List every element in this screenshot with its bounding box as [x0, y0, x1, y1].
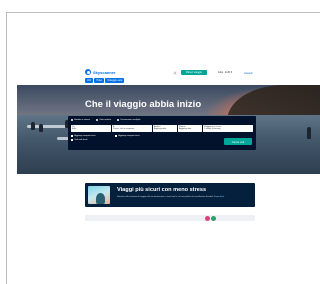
nearby-airports-checkbox[interactable]: Aggiungi aeroporti vicini	[71, 135, 96, 138]
to-field[interactable]: A Paese, città o aeroporto	[112, 125, 152, 132]
hero-title: Che il viaggio abbia inizio	[85, 99, 202, 110]
travellers-field[interactable]: Viaggiatori e classe 1 adulto, Economy	[203, 125, 253, 132]
checkbox-icon	[71, 138, 74, 142]
checkbox-icon	[115, 135, 118, 138]
search-fields: Da Italia A Paese, città o aeroporto Andat…	[71, 125, 253, 132]
option-label: Aggiungi aeroporti vicini	[118, 135, 140, 138]
radio-icon	[95, 119, 99, 122]
hero-person	[31, 122, 35, 130]
tab-hotels[interactable]: Hotel	[94, 78, 104, 83]
promo-person	[96, 193, 105, 204]
promo-image	[88, 186, 110, 204]
promo-text: Informati sulle restrizioni di viaggio n…	[117, 196, 251, 199]
decorative-shape	[211, 216, 216, 221]
next-section-strip	[85, 215, 255, 221]
logo-icon	[85, 69, 91, 75]
promo-link[interactable]: Scopri di più	[214, 196, 224, 198]
field-value: Aggiungi data	[154, 127, 167, 130]
tab-flights[interactable]: Voli	[85, 78, 93, 83]
hero-person	[307, 127, 311, 139]
depart-date-field[interactable]: Andata Aggiungi data	[153, 125, 177, 132]
option-label: Solo voli diretti	[74, 139, 88, 142]
trip-type-label: Solo andata	[99, 119, 112, 122]
hero-person	[39, 124, 43, 132]
field-value: Aggiungi data	[179, 127, 192, 130]
field-value: 1 adulto, Economy	[204, 127, 221, 130]
return-date-field[interactable]: Ritorno Aggiungi data	[178, 125, 202, 132]
logo[interactable]: Skyscanner	[85, 69, 115, 75]
promo-title: Viaggi più sicuri con meno stress	[117, 187, 207, 193]
tab-car-hire[interactable]: Noleggio auto	[105, 78, 125, 83]
trip-type-return[interactable]: Andata e ritorno	[71, 119, 90, 122]
search-flights-button[interactable]: Cerca voli	[224, 138, 252, 145]
trip-type-label: Andata e ritorno	[74, 119, 90, 122]
radio-icon	[71, 119, 74, 122]
decorative-shape	[205, 216, 210, 221]
promo-banner: Viaggi più sicuri con meno stress Inform…	[85, 183, 255, 207]
field-value: Italia	[72, 127, 77, 130]
window-frame-top	[6, 12, 320, 13]
header-cta-button[interactable]: Ricevi viaggio	[181, 70, 207, 75]
nearby-airports-to-checkbox[interactable]: Aggiungi aeroporti vicini	[115, 135, 140, 138]
field-value: Paese, città o aeroporto	[113, 127, 135, 130]
trip-type-label: Destinazioni multiple	[120, 119, 141, 122]
option-label: Aggiungi aeroporti vicini	[74, 135, 96, 138]
trip-type-oneway[interactable]: Solo andata	[95, 119, 112, 122]
login-link[interactable]: Accedi	[244, 71, 252, 75]
checkbox-icon	[71, 135, 74, 138]
search-options: Aggiungi aeroporti vicini Solo voli dire…	[71, 135, 96, 142]
flight-search-panel: Andata e ritorno Solo andata Destinazion…	[68, 116, 256, 150]
language-selector[interactable]: it	[173, 71, 178, 75]
from-field[interactable]: Da Italia	[71, 125, 111, 132]
site-header: Skyscanner it Ricevi viaggio Italia · EU…	[17, 65, 320, 85]
logo-text: Skyscanner	[93, 69, 116, 75]
direct-flights-checkbox[interactable]: Solo voli diretti	[71, 138, 96, 142]
promo-body: Informati sulle restrizioni di viaggio n…	[117, 196, 214, 198]
radio-icon	[117, 119, 120, 122]
nav-tabs: Voli Hotel Noleggio auto	[85, 78, 125, 83]
trip-type-multicity[interactable]: Destinazioni multiple	[117, 119, 141, 122]
currency-selector[interactable]: Italia · EUR €	[218, 71, 232, 74]
trip-type-selector: Andata e ritorno Solo andata Destinazion…	[71, 119, 141, 122]
window-frame-left	[6, 12, 7, 284]
